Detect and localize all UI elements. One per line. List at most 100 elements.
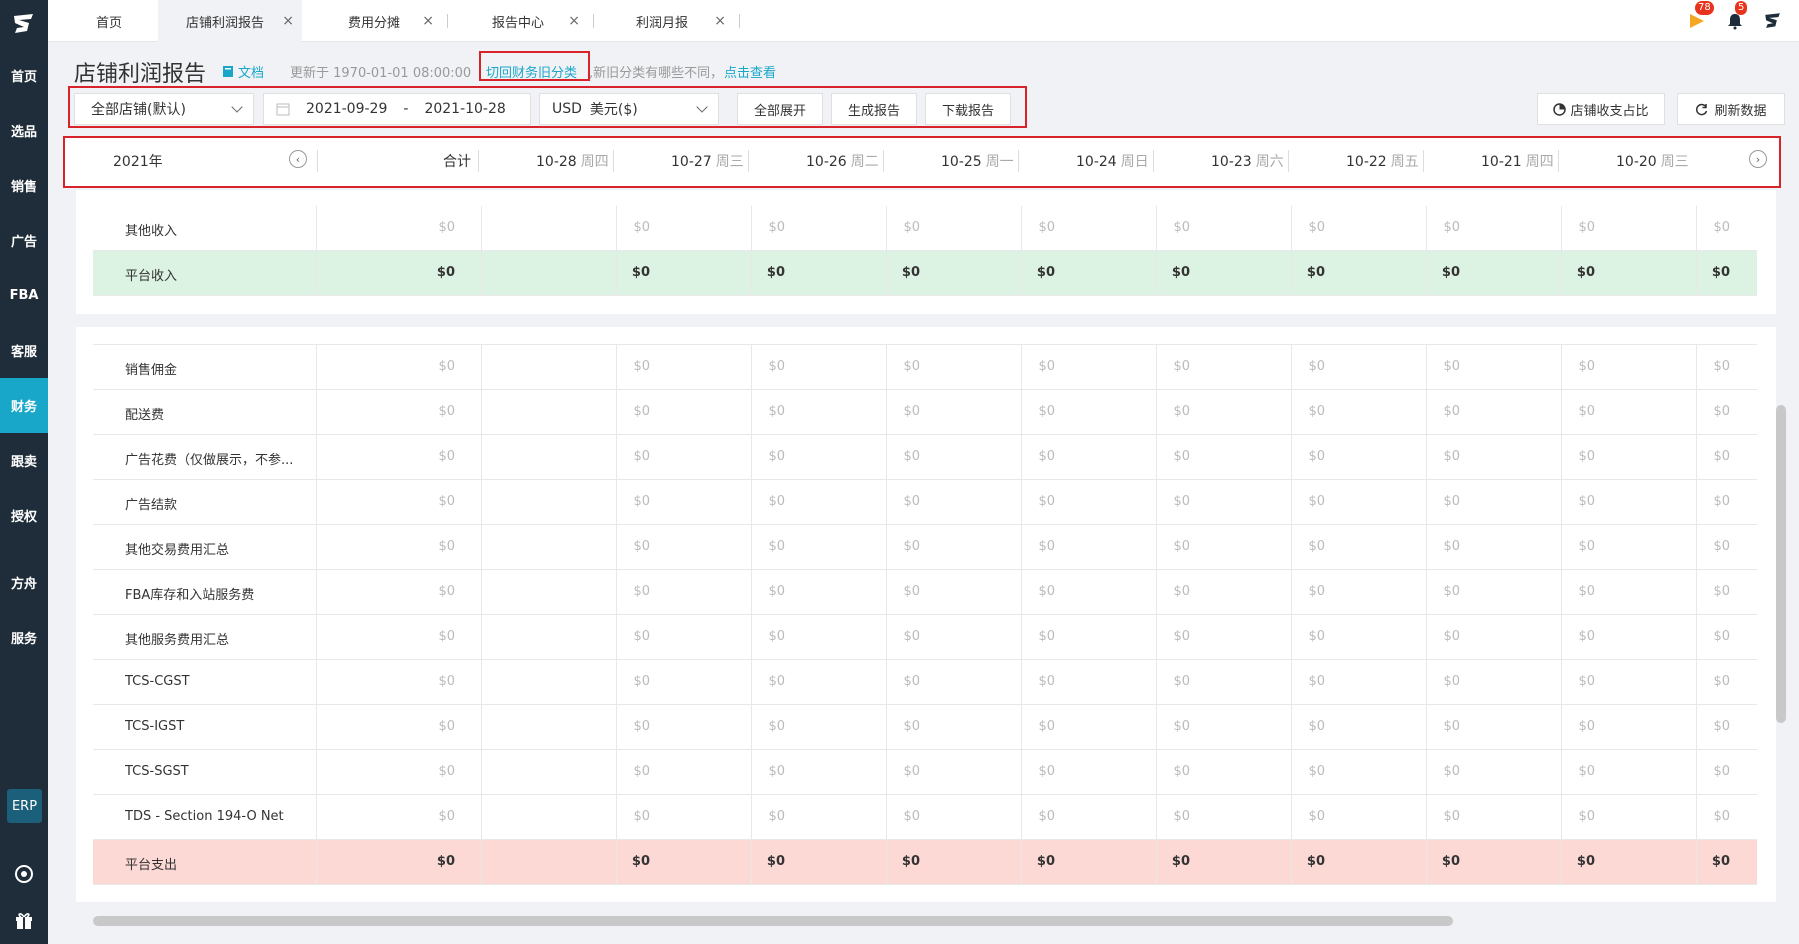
- date-range-picker[interactable]: 2021-09-29 - 2021-10-28: [263, 93, 531, 125]
- column-divider: [316, 660, 317, 704]
- switch-old-category-link[interactable]: 切回财务旧分类: [486, 62, 577, 81]
- expand-all-button[interactable]: 全部展开: [737, 93, 823, 125]
- date-column-header[interactable]: 10-26 周二: [806, 151, 879, 171]
- date-text: 10-24: [1076, 154, 1117, 170]
- cell-value: $0: [768, 719, 785, 734]
- date-text: 10-23: [1211, 154, 1252, 170]
- tab-home[interactable]: 首页: [48, 0, 158, 42]
- sidebar-item-6[interactable]: 财务: [0, 378, 48, 433]
- date-end: 2021-10-28: [424, 101, 506, 117]
- refresh-icon: [1696, 103, 1708, 115]
- table-row[interactable]: TDS - Section 194-O Net $0 $0 $0 $0 $0 $0 $0 $0 $…: [93, 795, 1757, 840]
- date-column-header[interactable]: 10-25 周一: [941, 151, 1014, 171]
- doc-link-label: 文档: [238, 66, 265, 81]
- sidebar-item-2[interactable]: 销售: [0, 158, 48, 213]
- view-difference-link[interactable]: 点击查看: [724, 62, 776, 81]
- close-icon[interactable]: ×: [282, 13, 294, 29]
- cell-value: $0: [1173, 584, 1190, 599]
- date-text: 10-21: [1481, 154, 1522, 170]
- sidebar-item-10[interactable]: 服务: [0, 610, 48, 665]
- horizontal-scrollbar[interactable]: [93, 916, 1453, 926]
- sidebar-item-3[interactable]: 广告: [0, 213, 48, 268]
- cell-value: $0: [1443, 809, 1460, 824]
- table-row[interactable]: 广告结款 $0 $0 $0 $0 $0 $0 $0 $0 $0 $0: [93, 480, 1757, 525]
- cell-value: $0: [1038, 719, 1055, 734]
- cell-value: $0: [633, 494, 650, 509]
- table-row[interactable]: TCS-IGST $0 $0 $0 $0 $0 $0 $0 $0 $0 $0: [93, 705, 1757, 750]
- table-row[interactable]: FBA库存和入站服务费 $0 $0 $0 $0 $0 $0 $0 $0 $0 $0: [93, 570, 1757, 615]
- date-column-header[interactable]: 10-21 周四: [1481, 151, 1554, 171]
- gift-icon[interactable]: [12, 908, 36, 932]
- date-column-header[interactable]: 10-28 周四: [536, 151, 609, 171]
- date-column-header[interactable]: 10-24 周日: [1076, 151, 1149, 171]
- refresh-data-button[interactable]: 刷新数据: [1677, 93, 1785, 125]
- tab-cost-allocation[interactable]: 费用分摊 ×: [302, 0, 448, 42]
- table-row[interactable]: 其他交易费用汇总 $0 $0 $0 $0 $0 $0 $0 $0 $0 $0: [93, 525, 1757, 570]
- sidebar-item-0[interactable]: 首页: [0, 48, 48, 103]
- table-row[interactable]: 广告花费（仅做展示，不参... $0 $0 $0 $0 $0 $0 $0 $0 $0 $0: [93, 435, 1757, 480]
- weekday-text: 周二: [850, 154, 879, 170]
- cell-value: $0: [633, 404, 650, 419]
- table-row[interactable]: 配送费 $0 $0 $0 $0 $0 $0 $0 $0 $0 $0: [93, 390, 1757, 435]
- row-label: 平台收入: [125, 269, 178, 284]
- tab-bar: 首页 店铺利润报告 × 费用分摊 × 报告中心 × 利润月报 × 78 5: [48, 0, 1799, 42]
- row-label: TCS-CGST: [125, 674, 190, 689]
- close-icon[interactable]: ×: [714, 13, 726, 29]
- vertical-scrollbar[interactable]: [1776, 405, 1786, 723]
- header-divider: [748, 150, 749, 172]
- download-report-button[interactable]: 下载报告: [925, 93, 1011, 125]
- sidebar-item-9[interactable]: 方舟: [0, 555, 48, 610]
- table-row[interactable]: TCS-SGST $0 $0 $0 $0 $0 $0 $0 $0 $0 $0: [93, 750, 1757, 795]
- store-ratio-button[interactable]: 店铺收支占比: [1537, 93, 1665, 125]
- brand-icon[interactable]: [1761, 9, 1785, 33]
- tab-store-profit-report[interactable]: 店铺利润报告 ×: [158, 0, 302, 42]
- sidebar-item-8[interactable]: 授权: [0, 488, 48, 543]
- flag-notification[interactable]: 78: [1685, 1, 1714, 33]
- store-select[interactable]: 全部店铺(默认): [74, 93, 254, 125]
- cell-value: $0: [1038, 584, 1055, 599]
- cell-value: $0: [631, 265, 650, 280]
- row-label: 其他收入: [125, 224, 178, 239]
- sidebar-item-5[interactable]: 客服: [0, 323, 48, 378]
- table-row[interactable]: 平台支出 $0 $0 $0 $0 $0 $0 $0 $0 $0 $0: [93, 840, 1757, 885]
- close-icon[interactable]: ×: [568, 13, 580, 29]
- table-row[interactable]: 其他收入 $0 $0 $0 $0 $0 $0 $0 $0 $0 $0: [93, 206, 1757, 251]
- table-row[interactable]: 其他服务费用汇总 $0 $0 $0 $0 $0 $0 $0 $0 $0 $0: [93, 615, 1757, 660]
- cell-value: $0: [768, 809, 785, 824]
- nav-gap: [0, 543, 48, 555]
- pie-chart-icon: [1553, 102, 1567, 116]
- tab-monthly-profit[interactable]: 利润月报 ×: [594, 0, 740, 42]
- table-row[interactable]: 销售佣金 $0 $0 $0 $0 $0 $0 $0 $0 $0 $0: [93, 345, 1757, 390]
- expense-table: 销售佣金 $0 $0 $0 $0 $0 $0 $0 $0 $0 $0 配送费 $0 $0 $0 $0 $0 $0 $…: [93, 344, 1757, 886]
- cell-value: $0: [1713, 220, 1730, 235]
- currency-select[interactable]: USD 美元($): [539, 93, 719, 125]
- doc-link[interactable]: 文档: [222, 62, 264, 81]
- cell-value: $0: [1173, 764, 1190, 779]
- date-column-header[interactable]: 10-20 周三: [1616, 151, 1689, 171]
- prev-arrow-icon[interactable]: ‹: [289, 150, 307, 168]
- date-column-header[interactable]: 10-23 周六: [1211, 151, 1284, 171]
- table-row[interactable]: 平台收入 $0 $0 $0 $0 $0 $0 $0 $0 $0 $0: [93, 251, 1757, 296]
- erp-button[interactable]: ERP: [7, 789, 42, 823]
- sidebar-item-1[interactable]: 选品: [0, 103, 48, 158]
- updated-time: 更新于 1970-01-01 08:00:00: [290, 66, 472, 81]
- generate-report-button[interactable]: 生成报告: [831, 93, 917, 125]
- sidebar-item-4[interactable]: FBA: [0, 268, 48, 323]
- close-icon[interactable]: ×: [422, 13, 434, 29]
- cell-value: $0: [436, 265, 455, 280]
- cell-value: $0: [1443, 404, 1460, 419]
- cell-value: $0: [1443, 359, 1460, 374]
- table-row[interactable]: TCS-CGST $0 $0 $0 $0 $0 $0 $0 $0 $0 $0: [93, 660, 1757, 705]
- cell-value: $0: [1443, 629, 1460, 644]
- weekday-text: 周四: [580, 154, 609, 170]
- date-column-header[interactable]: 10-27 周三: [671, 151, 744, 171]
- date-column-header[interactable]: 10-22 周五: [1346, 151, 1419, 171]
- app-logo[interactable]: [0, 0, 48, 48]
- next-arrow-icon[interactable]: ›: [1749, 150, 1767, 168]
- date-start: 2021-09-29: [306, 101, 388, 117]
- sidebar-item-7[interactable]: 跟卖: [0, 433, 48, 488]
- bell-notification[interactable]: 5: [1723, 1, 1748, 33]
- store-ratio-label: 店铺收支占比: [1570, 103, 1649, 119]
- support-icon[interactable]: [12, 862, 36, 886]
- tab-report-center[interactable]: 报告中心 ×: [448, 0, 594, 42]
